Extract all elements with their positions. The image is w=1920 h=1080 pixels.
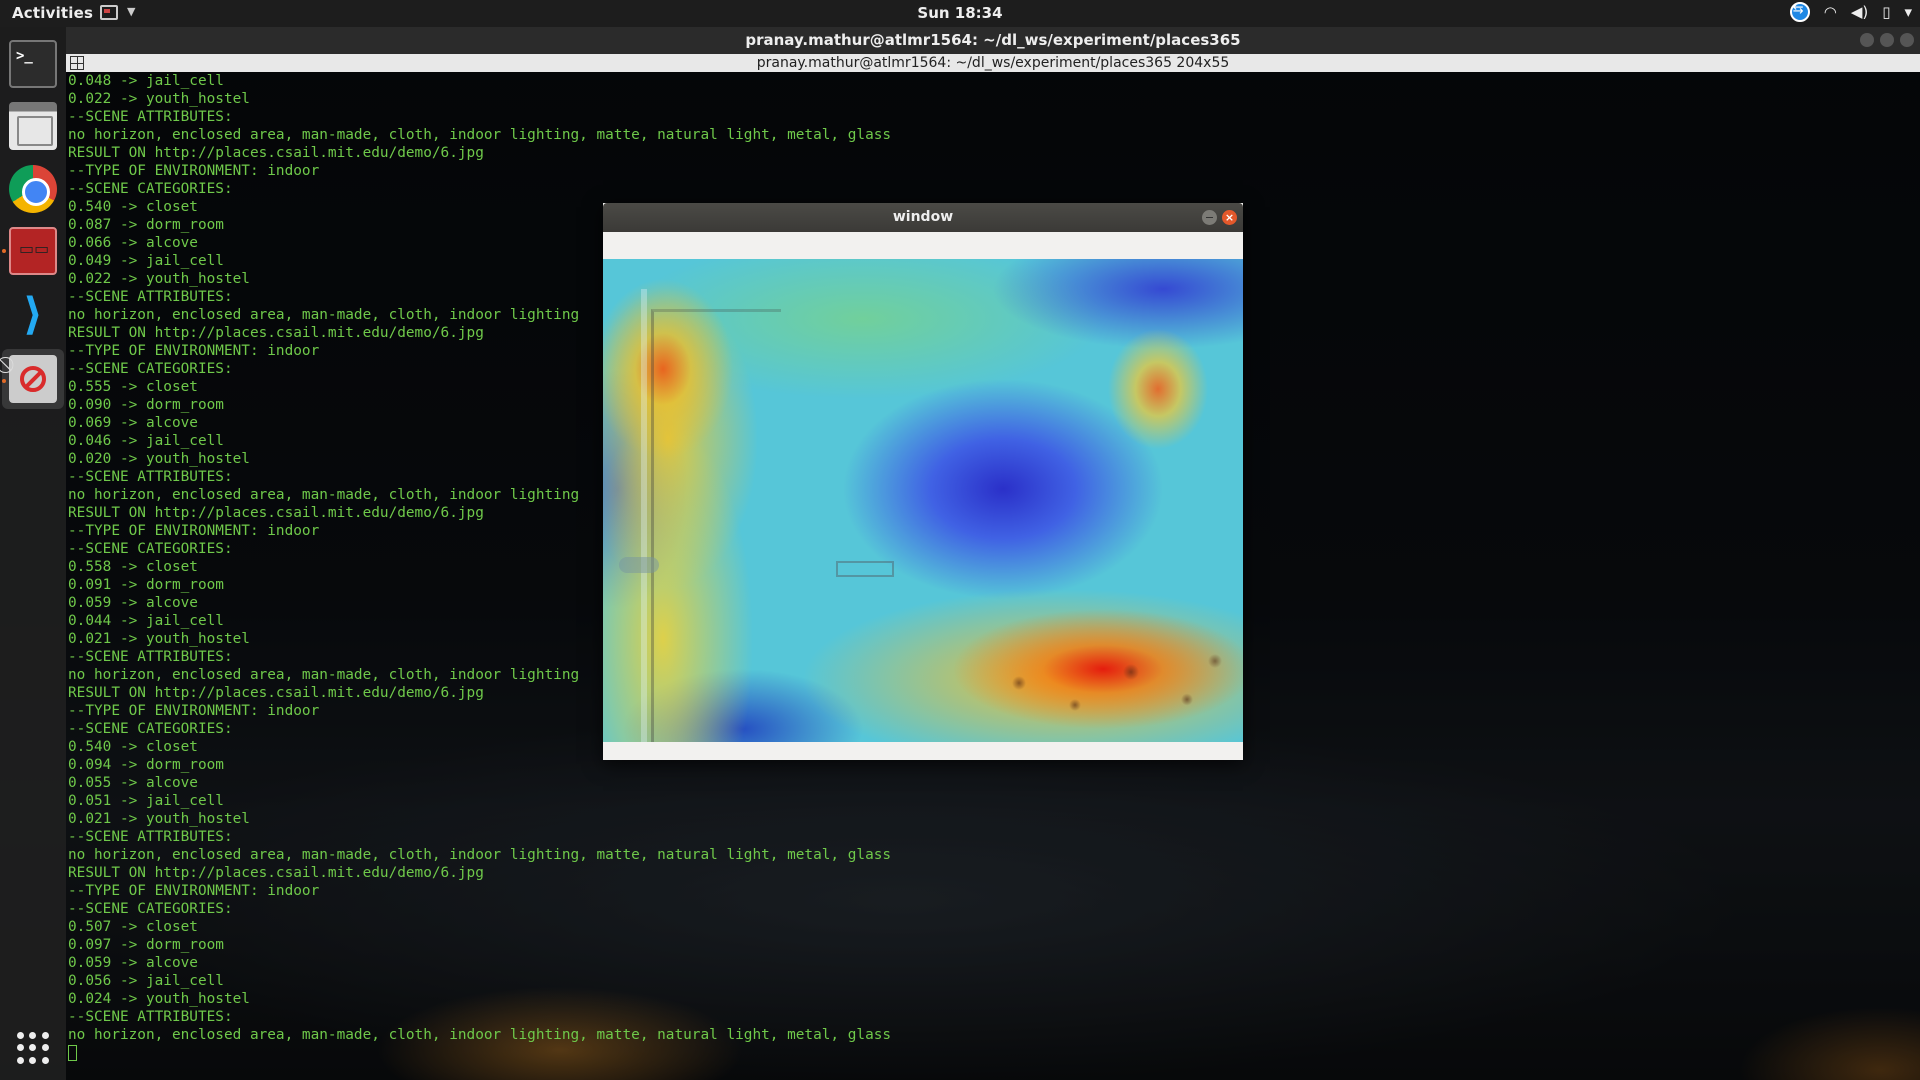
matlab-icon[interactable]: [9, 227, 57, 275]
close-icon[interactable]: [1900, 33, 1914, 47]
wifi-icon[interactable]: ◠: [1824, 3, 1837, 21]
teamviewer-icon[interactable]: [1789, 2, 1810, 22]
terminal-line: --SCENE ATTRIBUTES:: [68, 1009, 233, 1025]
terminal-tab-title: pranay.mathur@atlmr1564: ~/dl_ws/experim…: [756, 55, 1230, 71]
battery-icon[interactable]: ▯: [1882, 3, 1890, 21]
heatmap-window[interactable]: window ×: [603, 203, 1243, 760]
wall-plate: [836, 561, 894, 577]
top-bar: Activities ▼ Sun 18:34 ◠ ◀) ▯ ▾: [0, 0, 1920, 27]
terminal-line: no horizon, enclosed area, man-made, clo…: [68, 1027, 892, 1043]
closet-door: [651, 309, 781, 742]
running-indicator: [2, 249, 6, 253]
terminal-line: 0.024 -> youth_hostel: [68, 991, 250, 1007]
terminal-line: 0.048 -> jail_cell: [68, 73, 224, 89]
terminal-line: --SCENE ATTRIBUTES:: [68, 829, 233, 845]
terminal-line: --SCENE ATTRIBUTES:: [68, 109, 233, 125]
no-entry-icon[interactable]: [9, 355, 57, 403]
terminal-line: --TYPE OF ENVIRONMENT: indoor: [68, 163, 320, 179]
minimize-icon[interactable]: [1860, 33, 1874, 47]
terminal-line: --SCENE CATEGORIES:: [68, 181, 233, 197]
terminal-title: pranay.mathur@atlmr1564: ~/dl_ws/experim…: [745, 31, 1241, 49]
terminal-line: 0.507 -> closet: [68, 919, 198, 935]
close-icon[interactable]: ×: [1222, 210, 1237, 225]
minimize-icon[interactable]: [1202, 210, 1217, 225]
volume-icon[interactable]: ◀): [1851, 3, 1868, 21]
system-menu-icon[interactable]: ▾: [1904, 3, 1912, 21]
system-tray[interactable]: ◠ ◀) ▯ ▾: [1789, 2, 1912, 22]
terminal-line: RESULT ON http://places.csail.mit.edu/de…: [68, 865, 484, 881]
files-icon[interactable]: [9, 102, 57, 150]
running-indicator: [2, 379, 6, 383]
heatmap-window-titlebar[interactable]: window ×: [603, 203, 1243, 232]
terminal-line: 0.059 -> alcove: [68, 955, 198, 971]
terminal-line: no horizon, enclosed area, man-made, clo…: [68, 847, 892, 863]
heatmap-window-statusbar: [603, 742, 1243, 760]
dock: >_ ⟩: [0, 27, 66, 1080]
heatmap-window-toolbar: [603, 232, 1243, 259]
vscode-icon[interactable]: ⟩: [9, 292, 57, 340]
chrome-icon[interactable]: [9, 165, 57, 213]
maximize-icon[interactable]: [1880, 33, 1894, 47]
terminal-line: 0.021 -> youth_hostel: [68, 811, 250, 827]
terminal-line: 0.022 -> youth_hostel: [68, 91, 250, 107]
terminal-line: 0.056 -> jail_cell: [68, 973, 224, 989]
terminal-prompt[interactable]: [68, 1044, 1920, 1062]
window-controls: [1860, 33, 1914, 47]
terminal-line: --SCENE CATEGORIES:: [68, 901, 233, 917]
text-cursor: [68, 1045, 77, 1061]
terminal-tabbar: pranay.mathur@atlmr1564: ~/dl_ws/experim…: [66, 54, 1920, 72]
terminal-line: 0.051 -> jail_cell: [68, 793, 224, 809]
door-handle: [619, 557, 659, 573]
show-apps-icon[interactable]: [17, 1032, 49, 1064]
terminal-titlebar[interactable]: pranay.mathur@atlmr1564: ~/dl_ws/experim…: [66, 27, 1920, 54]
door-frame: [641, 289, 647, 742]
terminal-line: 0.097 -> dorm_room: [68, 937, 224, 953]
terminal-line: RESULT ON http://places.csail.mit.edu/de…: [68, 145, 484, 161]
terminal-line: 0.055 -> alcove: [68, 775, 198, 791]
terminal-icon[interactable]: >_: [9, 40, 57, 88]
terminal-line: --TYPE OF ENVIRONMENT: indoor: [68, 883, 320, 899]
heatmap-window-title: window: [892, 209, 954, 225]
cam-heatmap-image: [603, 259, 1243, 742]
terminal-line: no horizon, enclosed area, man-made, clo…: [68, 127, 892, 143]
layout-grid-icon[interactable]: [70, 56, 84, 70]
leopard-print-fabric: [963, 639, 1243, 742]
clock[interactable]: Sun 18:34: [0, 4, 1920, 22]
